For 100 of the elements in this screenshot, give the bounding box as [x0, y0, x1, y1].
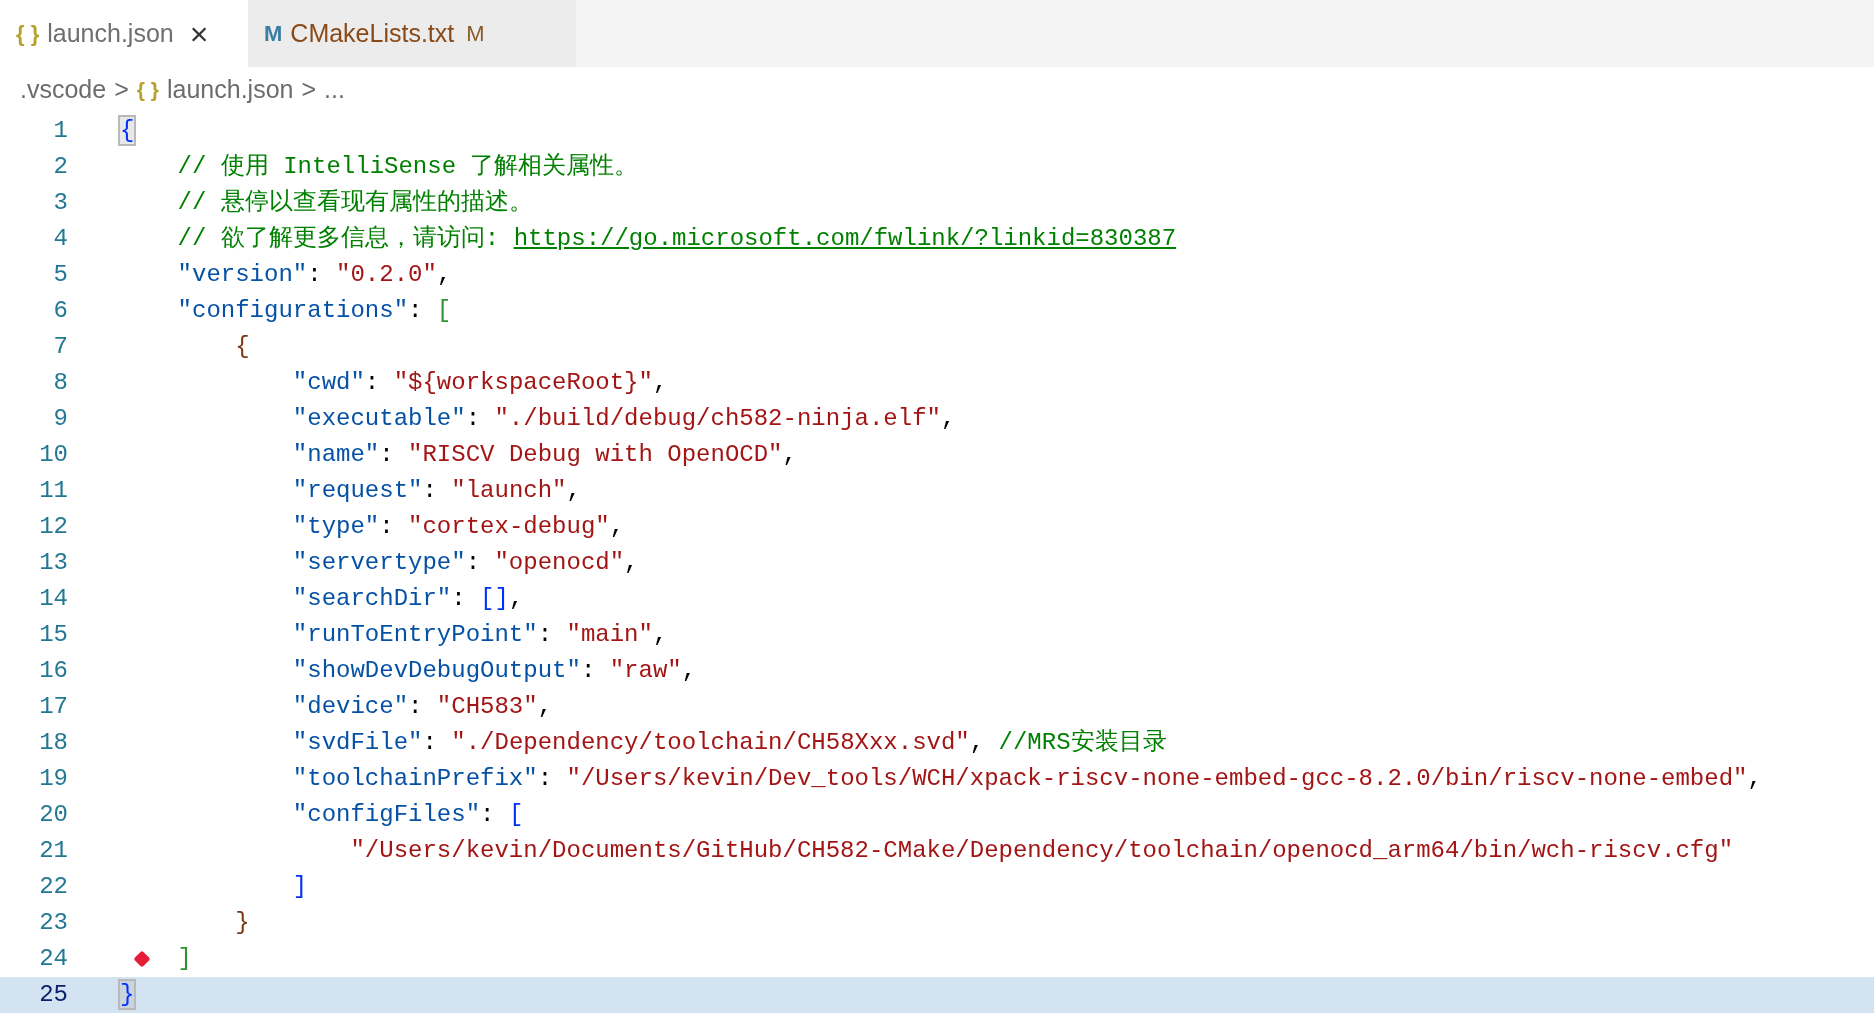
line-number: 18 [38, 728, 68, 758]
line-number: 10 [38, 440, 68, 470]
json-key: "servertype" [292, 549, 466, 576]
code-comment: // 悬停以查看现有属性的描述。 [177, 189, 533, 216]
json-key: "executable" [292, 405, 466, 432]
line-number: 15 [38, 620, 68, 650]
line-number: 16 [38, 656, 68, 686]
json-key: "version" [177, 261, 308, 288]
bracket: } [120, 981, 135, 1008]
modified-indicator: M [466, 20, 485, 48]
punctuation: : [465, 549, 482, 576]
line-number: 19 [38, 764, 68, 794]
json-key: "type" [292, 513, 380, 540]
string-value: "/Users/kevin/Dev_tools/WCH/xpack-riscv-none-embed-gcc-8.2.0/bin/riscv-none-embed" [566, 765, 1748, 792]
line-number: 24 [38, 944, 68, 974]
punctuation: : [537, 765, 554, 792]
json-key: "showDevDebugOutput" [292, 657, 581, 684]
punctuation: , [624, 549, 639, 576]
code-comment: // 使用 IntelliSense 了解相关属性。 [177, 153, 639, 180]
punctuation: , [652, 369, 668, 396]
editor-tab[interactable]: { } launch.json × [0, 0, 248, 67]
string-value: "0.2.0" [336, 261, 437, 288]
line-number: 20 [38, 800, 68, 830]
link[interactable]: https://go.microsoft.com/fwlink/?linkid=830387 [513, 225, 1177, 252]
punctuation: : [379, 513, 395, 540]
bracket: [] [480, 585, 509, 612]
line-number: 8 [52, 368, 68, 398]
string-value: "launch" [451, 477, 567, 504]
json-key: "request" [292, 477, 423, 504]
json-key: "device" [292, 693, 409, 720]
punctuation: : [451, 585, 467, 612]
string-value: "cortex-debug" [408, 513, 610, 540]
file-type-icon: { } [16, 17, 40, 50]
line-number: 11 [38, 476, 68, 506]
punctuation: : [364, 369, 381, 396]
punctuation: , [566, 477, 581, 504]
bracket: } [235, 909, 250, 936]
string-value: "openocd" [494, 549, 625, 576]
string-value: "./Dependency/toolchain/CH58Xxx.svd" [451, 729, 970, 756]
line-number: 1 [52, 116, 68, 146]
punctuation: : [422, 477, 438, 504]
string-value: "./build/debug/ch582-ninja.elf" [494, 405, 941, 432]
punctuation: : [408, 693, 424, 720]
string-value: "main" [566, 621, 653, 648]
line-number: 3 [52, 188, 68, 218]
punctuation: , [681, 657, 697, 684]
line-number: 25 [38, 980, 68, 1010]
chevron-icon: > [301, 71, 317, 109]
tab-label: launch.json [47, 17, 174, 49]
editor-tab[interactable]: M CMakeLists.txt M [248, 0, 576, 67]
punctuation: , [508, 585, 524, 612]
punctuation: , [782, 441, 797, 468]
bracket: { [235, 333, 250, 360]
breadcrumb-item[interactable]: launch.json [166, 71, 294, 109]
chevron-icon: > [114, 71, 129, 109]
string-value: "raw" [609, 657, 682, 684]
string-value: "${workspaceRoot}" [393, 369, 653, 396]
punctuation: : [422, 729, 438, 756]
string-value: "CH583" [436, 693, 538, 720]
line-number: 22 [38, 872, 68, 902]
string-value: "RISCV Debug with OpenOCD" [408, 441, 783, 468]
line-number: 5 [52, 260, 68, 290]
breadcrumb-item[interactable]: ... [324, 71, 345, 109]
line-number: 17 [38, 692, 68, 722]
punctuation: , [940, 405, 956, 432]
tab-label: CMakeLists.txt [290, 17, 455, 49]
bracket: [ [508, 801, 524, 828]
punctuation: : [408, 297, 424, 324]
punctuation: : [537, 621, 554, 648]
line-number: 14 [38, 584, 68, 614]
bracket: ] [292, 873, 308, 900]
punctuation: , [436, 261, 452, 288]
json-key: "configurations" [177, 297, 409, 324]
code-comment: // 欲了解更多信息，请访问: [177, 225, 501, 252]
punctuation: , [969, 729, 986, 756]
line-number: 21 [38, 836, 68, 866]
file-type-icon: { } [136, 74, 159, 106]
json-key: "toolchainPrefix" [292, 765, 538, 792]
punctuation: , [609, 513, 625, 540]
json-key: "svdFile" [292, 729, 423, 756]
json-key: "cwd" [292, 369, 365, 396]
line-number: 13 [38, 548, 68, 578]
close-icon[interactable]: × [189, 17, 209, 50]
punctuation: : [580, 657, 597, 684]
line-number: 23 [38, 908, 68, 938]
punctuation: : [465, 405, 482, 432]
json-key: "name" [292, 441, 380, 468]
line-number: 9 [52, 404, 68, 434]
punctuation: : [480, 801, 496, 828]
json-key: "searchDir" [292, 585, 452, 612]
punctuation: , [537, 693, 553, 720]
string-value: "/Users/kevin/Documents/GitHub/CH582-CMake/Dependency/toolchain/openocd_arm64/bin/wch-riscv.cfg" [350, 837, 1734, 864]
bracket: ] [177, 945, 192, 972]
bracket: { [120, 117, 135, 144]
breadcrumb-item[interactable]: .vscode [20, 71, 107, 109]
punctuation: , [1747, 765, 1762, 792]
json-key: "configFiles" [292, 801, 481, 828]
punctuation: : [307, 261, 323, 288]
bracket: [ [436, 297, 452, 324]
line-number: 12 [38, 512, 68, 542]
